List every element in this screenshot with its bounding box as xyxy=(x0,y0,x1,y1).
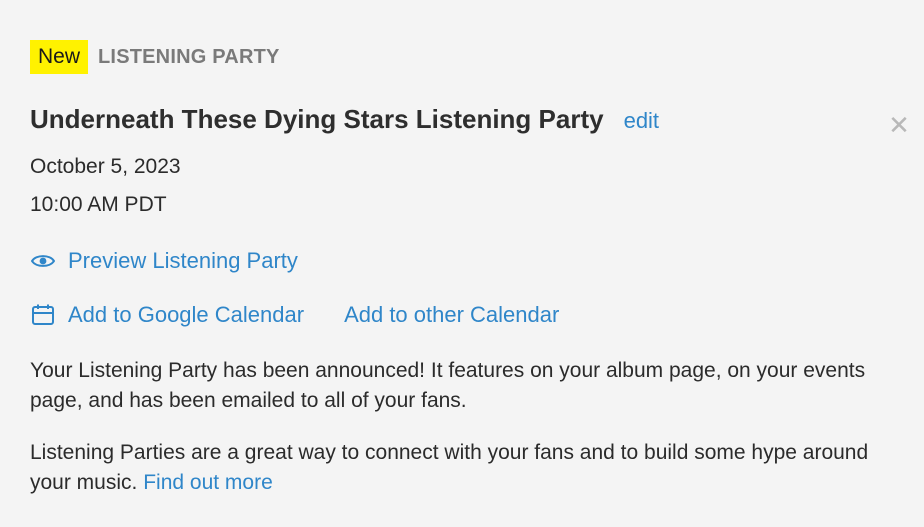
add-to-other-calendar-link[interactable]: Add to other Calendar xyxy=(344,302,559,328)
find-out-more-link[interactable]: Find out more xyxy=(143,471,273,494)
announcement-text: Your Listening Party has been announced!… xyxy=(30,359,866,412)
listening-party-panel: New LISTENING PARTY Underneath These Dyi… xyxy=(0,0,924,527)
google-calendar-label: Add to Google Calendar xyxy=(68,302,305,327)
event-title: Underneath These Dying Stars Listening P… xyxy=(30,104,604,134)
preview-listening-party-link[interactable]: Preview Listening Party xyxy=(30,248,298,274)
promo-paragraph: Listening Parties are a great way to con… xyxy=(30,438,890,498)
preview-label: Preview Listening Party xyxy=(68,248,298,273)
close-icon[interactable]: ✕ xyxy=(886,112,912,138)
badge-row: New LISTENING PARTY xyxy=(30,40,280,74)
new-badge: New xyxy=(30,40,89,74)
calendar-icon xyxy=(30,302,56,328)
edit-link[interactable]: edit xyxy=(624,108,659,134)
calendar-row: Add to Google Calendar Add to other Cale… xyxy=(30,302,559,328)
title-row: Underneath These Dying Stars Listening P… xyxy=(30,104,659,135)
event-time: 10:00 AM PDT xyxy=(30,193,167,216)
add-to-google-calendar-link[interactable]: Add to Google Calendar xyxy=(30,302,304,328)
section-label: LISTENING PARTY xyxy=(98,45,280,68)
eye-icon xyxy=(30,248,56,274)
event-date: October 5, 2023 xyxy=(30,155,181,178)
